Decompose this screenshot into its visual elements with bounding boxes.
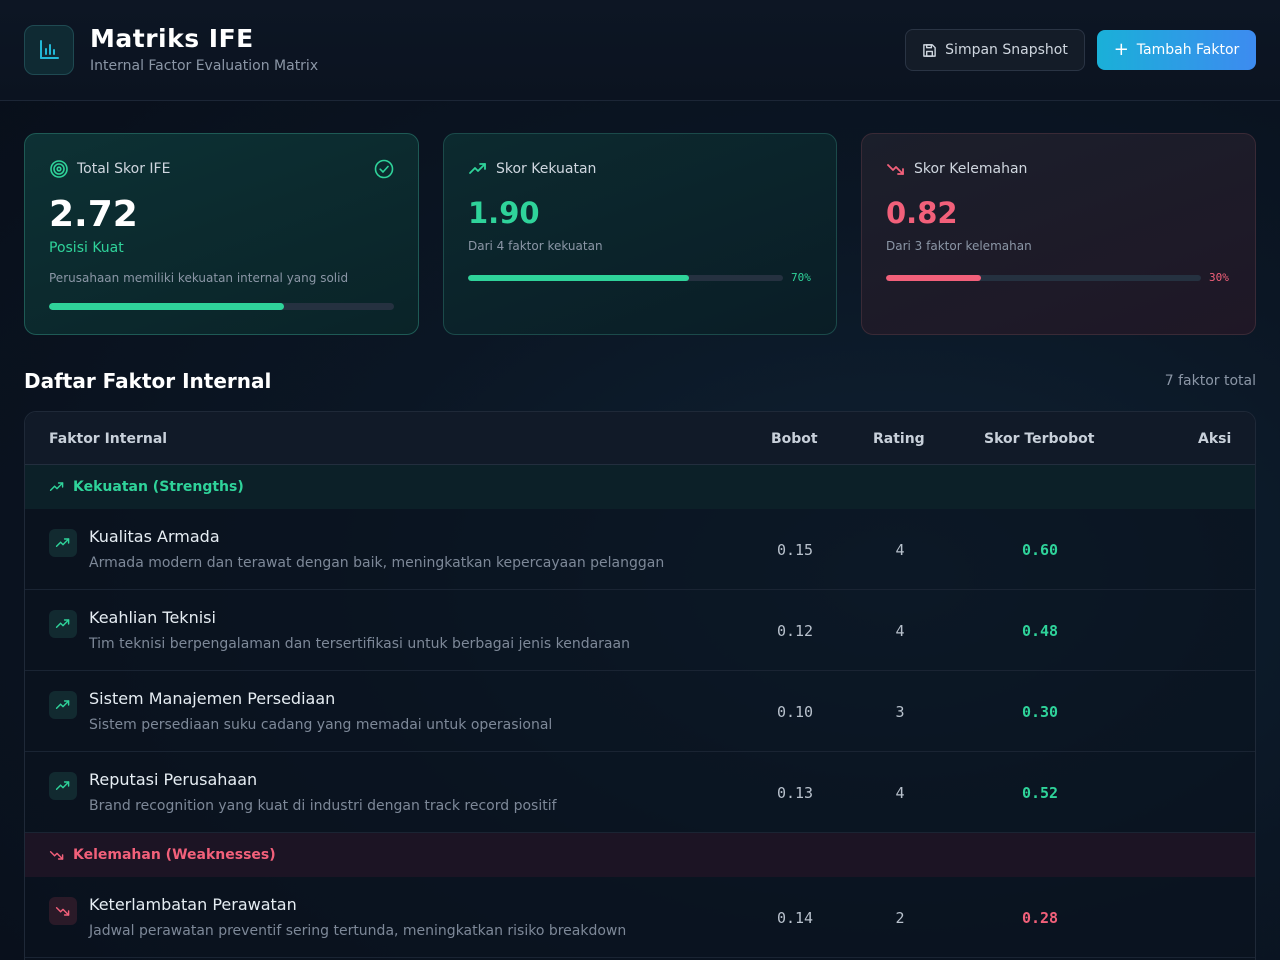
table-row[interactable]: Sistem Manajemen Persediaan Sistem persed… [25,671,1255,752]
header-factor: Faktor Internal [49,431,168,447]
header-score: Skor Terbobot [984,431,1095,447]
trending-up-icon [469,163,486,174]
factor-score: 0.28 [1021,909,1059,927]
factor-name: Reputasi Perusahaan [89,770,258,789]
trending-up-icon [49,610,77,638]
weakness-score-value: 0.82 [886,196,958,230]
factor-description: Jadwal perawatan preventif sering tertun… [89,923,627,939]
factor-description: Armada modern dan terawat dengan baik, m… [89,555,665,571]
factor-weight: 0.12 [776,622,814,640]
strength-score-description: Dari 4 faktor kekuatan [468,239,603,253]
total-ife-progress [49,303,394,310]
factor-weight: 0.13 [776,784,814,802]
factor-name: Sistem Manajemen Persediaan [89,689,336,708]
weakness-score-card: Skor Kelemahan 0.82 Dari 3 faktor kelema… [861,133,1256,335]
trending-down-icon [49,851,64,860]
weakness-progress [886,275,1201,281]
total-ife-description: Perusahaan memiliki kekuatan internal ya… [49,271,349,285]
weakness-score-description: Dari 3 faktor kelemahan [886,239,1032,253]
section-title: Daftar Faktor Internal [24,369,272,393]
factor-score: 0.30 [1021,703,1059,721]
factor-rating: 4 [895,784,905,802]
check-circle-icon [374,159,394,183]
trending-down-icon [887,164,904,175]
total-ife-value: 2.72 [49,194,138,235]
trending-up-icon [49,691,77,719]
header-action: Aksi [1198,431,1232,447]
strength-group-label: Kekuatan (Strengths) [73,479,244,495]
factor-score: 0.48 [1021,622,1059,640]
add-factor-label: Tambah Faktor [1136,42,1240,58]
strength-score-card: Skor Kekuatan 1.90 Dari 4 faktor kekuata… [443,133,837,335]
factor-score: 0.52 [1021,784,1059,802]
strength-progress [468,275,783,281]
table-row[interactable]: Kualitas Armada Armada modern dan terawat… [25,509,1255,590]
factor-score: 0.60 [1021,541,1059,559]
factor-description: Sistem persediaan suku cadang yang memad… [89,717,553,733]
weakness-percent: 30% [1209,271,1229,284]
page-title: Matriks IFE [90,24,254,53]
save-snapshot-button[interactable]: Simpan Snapshot [905,29,1085,71]
table-row[interactable]: Keterlambatan Perawatan Jadwal perawatan … [25,877,1255,958]
target-icon [50,160,68,178]
table-row[interactable]: Keahlian Teknisi Tim teknisi berpengalama… [25,590,1255,671]
factor-description: Brand recognition yang kuat di industri … [89,798,557,814]
trending-up-icon [49,529,77,557]
strength-score-value: 1.90 [468,196,540,230]
trending-up-icon [49,772,77,800]
page-subtitle: Internal Factor Evaluation Matrix [90,58,319,74]
factor-weight: 0.15 [776,541,814,559]
factor-name: Kualitas Armada [89,527,220,546]
table-row[interactable]: Reputasi Perusahaan Brand recognition yan… [25,752,1255,833]
weakness-group-label: Kelemahan (Weaknesses) [73,847,276,863]
strength-percent: 70% [791,271,811,284]
factor-name: Keahlian Teknisi [89,608,216,627]
weakness-score-label: Skor Kelemahan [914,161,1028,177]
factor-rating: 4 [895,541,905,559]
factor-table: Faktor Internal Bobot Rating Skor Terbob… [24,411,1256,960]
total-ife-card: Total Skor IFE 2.72 Posisi Kuat Perusaha… [24,133,419,335]
add-factor-button[interactable]: + Tambah Faktor [1097,30,1256,70]
save-icon [923,43,936,57]
strength-score-label: Skor Kekuatan [496,161,597,177]
total-ife-label: Total Skor IFE [77,161,171,177]
header-weight: Bobot [771,431,818,447]
strength-group-row: Kekuatan (Strengths) [25,465,1255,509]
save-snapshot-label: Simpan Snapshot [945,42,1068,58]
plus-icon: + [1113,39,1129,60]
header-rating: Rating [873,431,925,447]
position-label: Posisi Kuat [49,240,124,256]
app-header: Matriks IFE Internal Factor Evaluation M… [0,0,1280,101]
bar-chart-icon [24,25,74,75]
factor-rating: 4 [895,622,905,640]
factor-description: Tim teknisi berpengalaman dan tersertifi… [89,636,630,652]
table-header: Faktor Internal Bobot Rating Skor Terbob… [25,412,1255,465]
trending-down-icon [49,897,77,925]
trending-up-icon [49,482,64,491]
factor-name: Keterlambatan Perawatan [89,895,297,914]
factor-rating: 2 [895,909,905,927]
factor-weight: 0.14 [776,909,814,927]
factor-weight: 0.10 [776,703,814,721]
weakness-group-row: Kelemahan (Weaknesses) [25,833,1255,877]
factor-rating: 3 [895,703,905,721]
factor-count: 7 faktor total [1164,373,1256,389]
